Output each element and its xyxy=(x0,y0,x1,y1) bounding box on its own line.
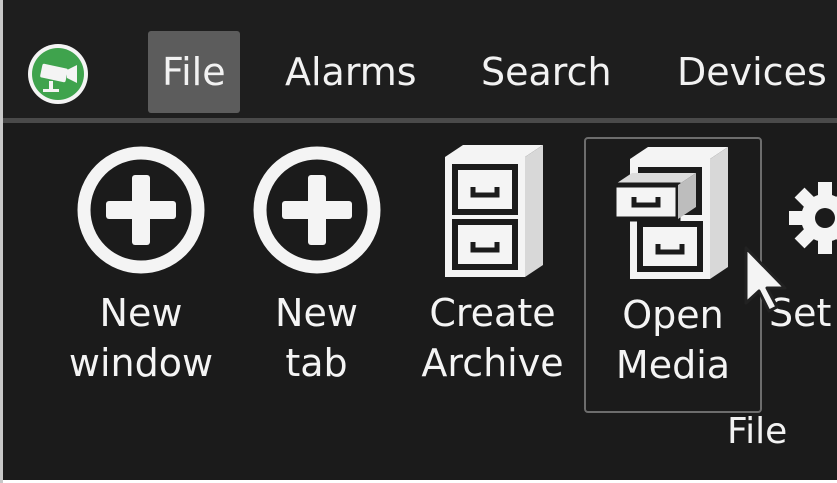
ribbon-panel: New window New tab Create Archive Open M… xyxy=(3,123,837,480)
app-window: File Alarms Search Devices New window Ne… xyxy=(3,0,837,480)
plus-circle-icon xyxy=(77,146,205,274)
open-media-label-line2: Media xyxy=(615,343,731,387)
open-file-cabinet-icon xyxy=(611,147,728,279)
menu-file[interactable]: File xyxy=(148,31,240,113)
menu-search[interactable]: Search xyxy=(481,31,612,113)
create-archive-label-line1: Create xyxy=(429,291,556,335)
file-cabinet-icon xyxy=(445,145,543,277)
ribbon-group-label: File xyxy=(727,411,788,452)
create-archive-label-line2: Archive xyxy=(421,341,564,385)
app-logo-icon[interactable] xyxy=(27,43,89,105)
new-window-label-line2: window xyxy=(68,341,214,385)
new-tab-label-line1: New xyxy=(275,291,358,335)
menu-devices[interactable]: Devices xyxy=(677,31,827,113)
new-tab-button[interactable]: New tab xyxy=(249,123,384,393)
new-tab-label-line2: tab xyxy=(285,341,348,385)
open-media-label-line1: Open xyxy=(622,293,724,337)
plus-circle-icon xyxy=(253,146,380,274)
create-archive-button[interactable]: Create Archive xyxy=(410,123,575,393)
new-window-button[interactable]: New window xyxy=(41,123,241,393)
menu-bar: File Alarms Search Devices xyxy=(3,0,837,118)
mouse-cursor-icon xyxy=(744,246,787,313)
open-media-button[interactable]: Open Media xyxy=(584,137,762,413)
menu-alarms[interactable]: Alarms xyxy=(285,31,417,113)
new-window-label-line1: New xyxy=(99,291,183,335)
